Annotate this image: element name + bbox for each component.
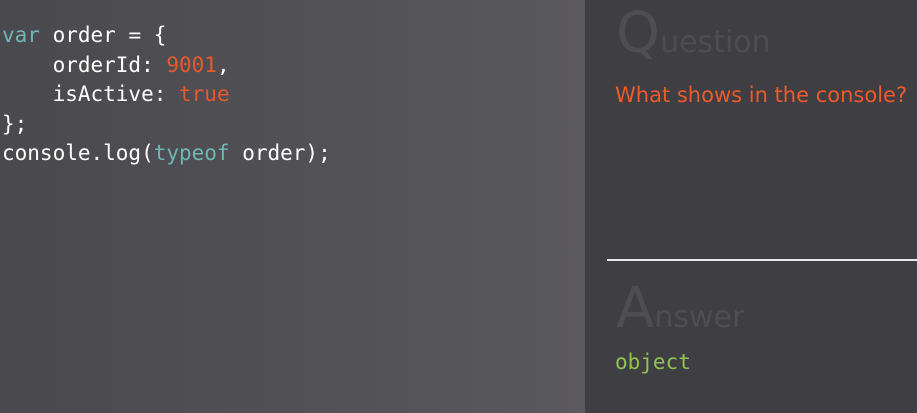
divider (607, 259, 917, 261)
question-heading-initial: Q (616, 1, 661, 66)
code-token-keyword: var (2, 23, 40, 47)
code-line: isActive: true (2, 80, 331, 110)
answer-heading-initial: A (616, 276, 655, 341)
code-token-plain: }; (2, 111, 28, 136)
code-token-plain: orderId: (2, 52, 167, 77)
code-token-number: 9001 (166, 52, 217, 77)
code-line: var order = { (2, 21, 331, 51)
code-block: var order = { orderId: 9001, isActive: t… (2, 21, 331, 169)
answer-heading-rest: nswer (654, 300, 745, 335)
code-line: console.log(typeof order); (2, 139, 331, 169)
code-token-plain: , (216, 52, 230, 77)
quiz-card: var order = { orderId: 9001, isActive: t… (0, 0, 917, 413)
code-token-keyword: typeof (153, 141, 230, 165)
question-heading: Question (616, 6, 771, 62)
code-line: }; (2, 110, 331, 140)
code-token-plain: order = { (39, 23, 167, 47)
code-token-boolean: true (179, 82, 230, 106)
code-token-plain: isActive: (2, 82, 180, 106)
answer-heading: Answer (616, 281, 744, 337)
question-text: What shows in the console? (615, 83, 908, 107)
code-panel: var order = { orderId: 9001, isActive: t… (0, 0, 585, 413)
question-heading-rest: uestion (660, 25, 771, 60)
code-token-plain: order); (229, 141, 331, 165)
code-token-plain: console.log( (2, 141, 154, 165)
answer-text: object (615, 350, 691, 374)
qa-panel: Question What shows in the console? Answ… (585, 0, 917, 413)
code-line: orderId: 9001, (2, 51, 331, 81)
